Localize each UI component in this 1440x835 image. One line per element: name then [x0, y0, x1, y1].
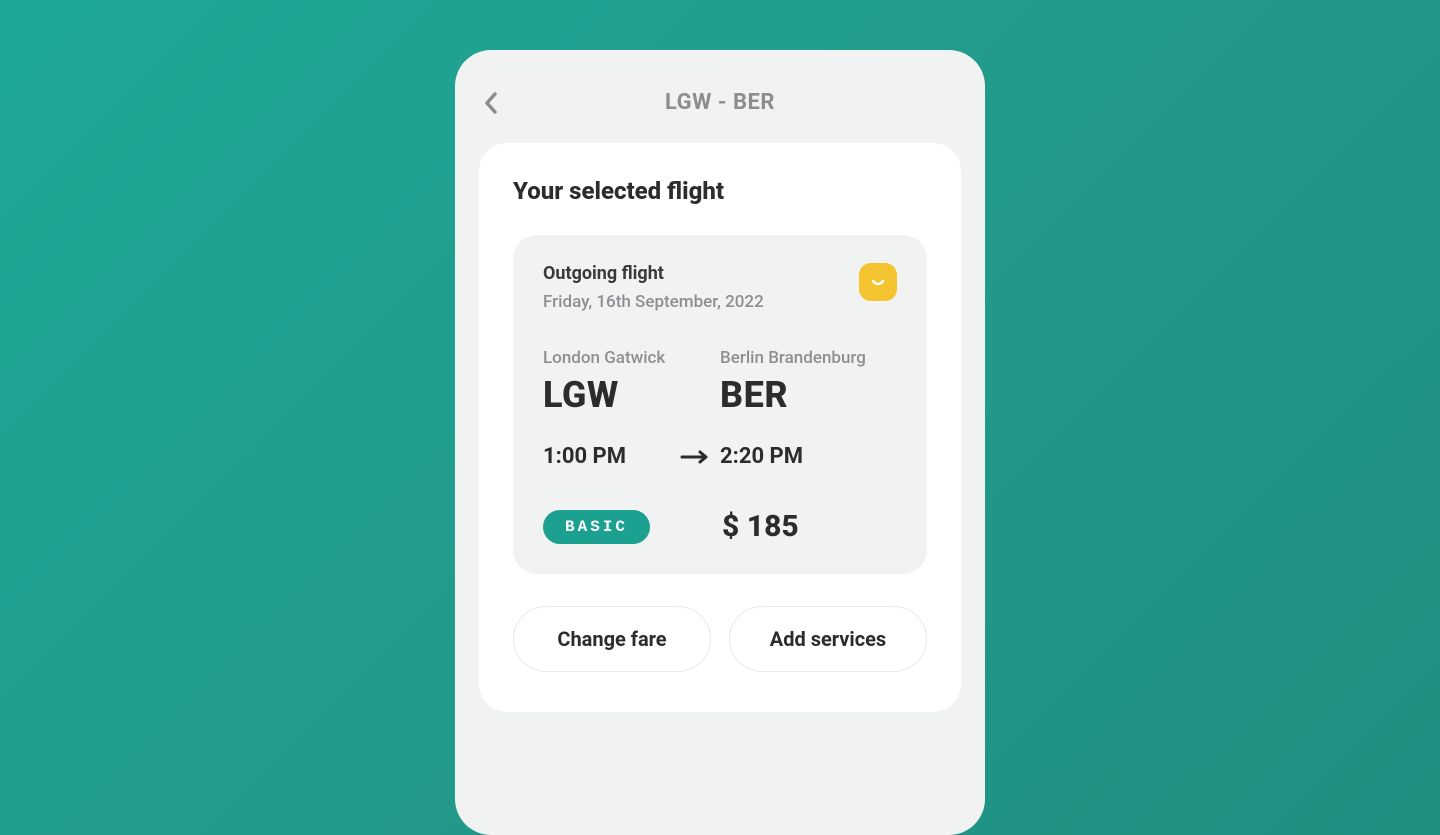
app-header: LGW - BER [479, 78, 961, 143]
outgoing-flight-label: Outgoing flight [543, 263, 859, 284]
destination-airport-code: BER [720, 374, 897, 416]
header-title: LGW - BER [483, 90, 957, 115]
price-column: $ 185 [650, 509, 897, 544]
fare-price-row: BASIC $ 185 [543, 509, 897, 544]
change-fare-button[interactable]: Change fare [513, 606, 711, 672]
flight-date: Friday, 16th September, 2022 [543, 292, 859, 312]
arrow-right-icon [680, 450, 710, 464]
smile-icon [868, 272, 888, 292]
flight-header-text: Outgoing flight Friday, 16th September, … [543, 263, 859, 312]
airline-badge [859, 263, 897, 301]
destination-airport-name: Berlin Brandenburg [720, 348, 897, 368]
destination-column: Berlin Brandenburg BER [720, 348, 897, 416]
origin-column: London Gatwick LGW [543, 348, 720, 416]
card-title: Your selected flight [513, 177, 927, 205]
airports-row: London Gatwick LGW Berlin Brandenburg BE… [543, 348, 897, 416]
fare-badge: BASIC [543, 510, 650, 544]
add-services-button[interactable]: Add services [729, 606, 927, 672]
times-row: 1:00 PM 2:20 PM [543, 444, 897, 469]
selected-flight-card: Your selected flight Outgoing flight Fri… [479, 143, 961, 712]
actions-row: Change fare Add services [513, 606, 927, 672]
origin-airport-name: London Gatwick [543, 348, 720, 368]
phone-frame: LGW - BER Your selected flight Outgoing … [455, 50, 985, 835]
arrow-column [670, 450, 720, 464]
arrival-time: 2:20 PM [720, 444, 897, 469]
flight-header-row: Outgoing flight Friday, 16th September, … [543, 263, 897, 312]
origin-airport-code: LGW [543, 374, 720, 416]
flight-details-box: Outgoing flight Friday, 16th September, … [513, 235, 927, 574]
back-button[interactable] [483, 91, 499, 115]
price-value: $ 185 [722, 509, 799, 544]
chevron-left-icon [483, 91, 499, 115]
